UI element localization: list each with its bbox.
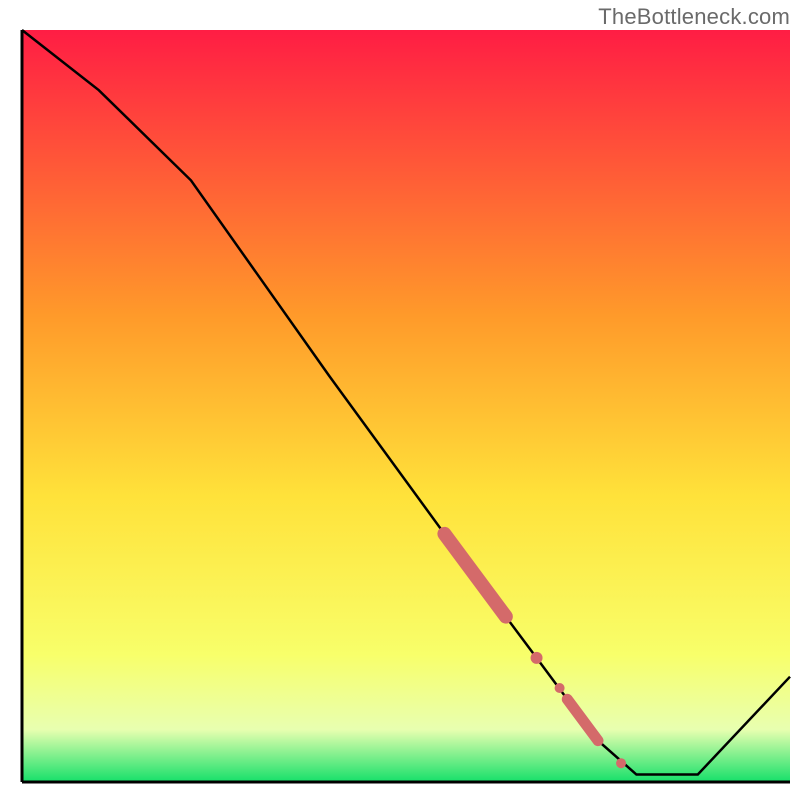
marker-dot [531, 652, 543, 664]
marker-dot [616, 758, 626, 768]
watermark-text: TheBottleneck.com [598, 4, 790, 30]
chart-container: { "watermark": "TheBottleneck.com", "col… [0, 0, 800, 800]
marker-dot [555, 683, 565, 693]
chart-svg [0, 0, 800, 800]
plot-background [22, 30, 790, 782]
